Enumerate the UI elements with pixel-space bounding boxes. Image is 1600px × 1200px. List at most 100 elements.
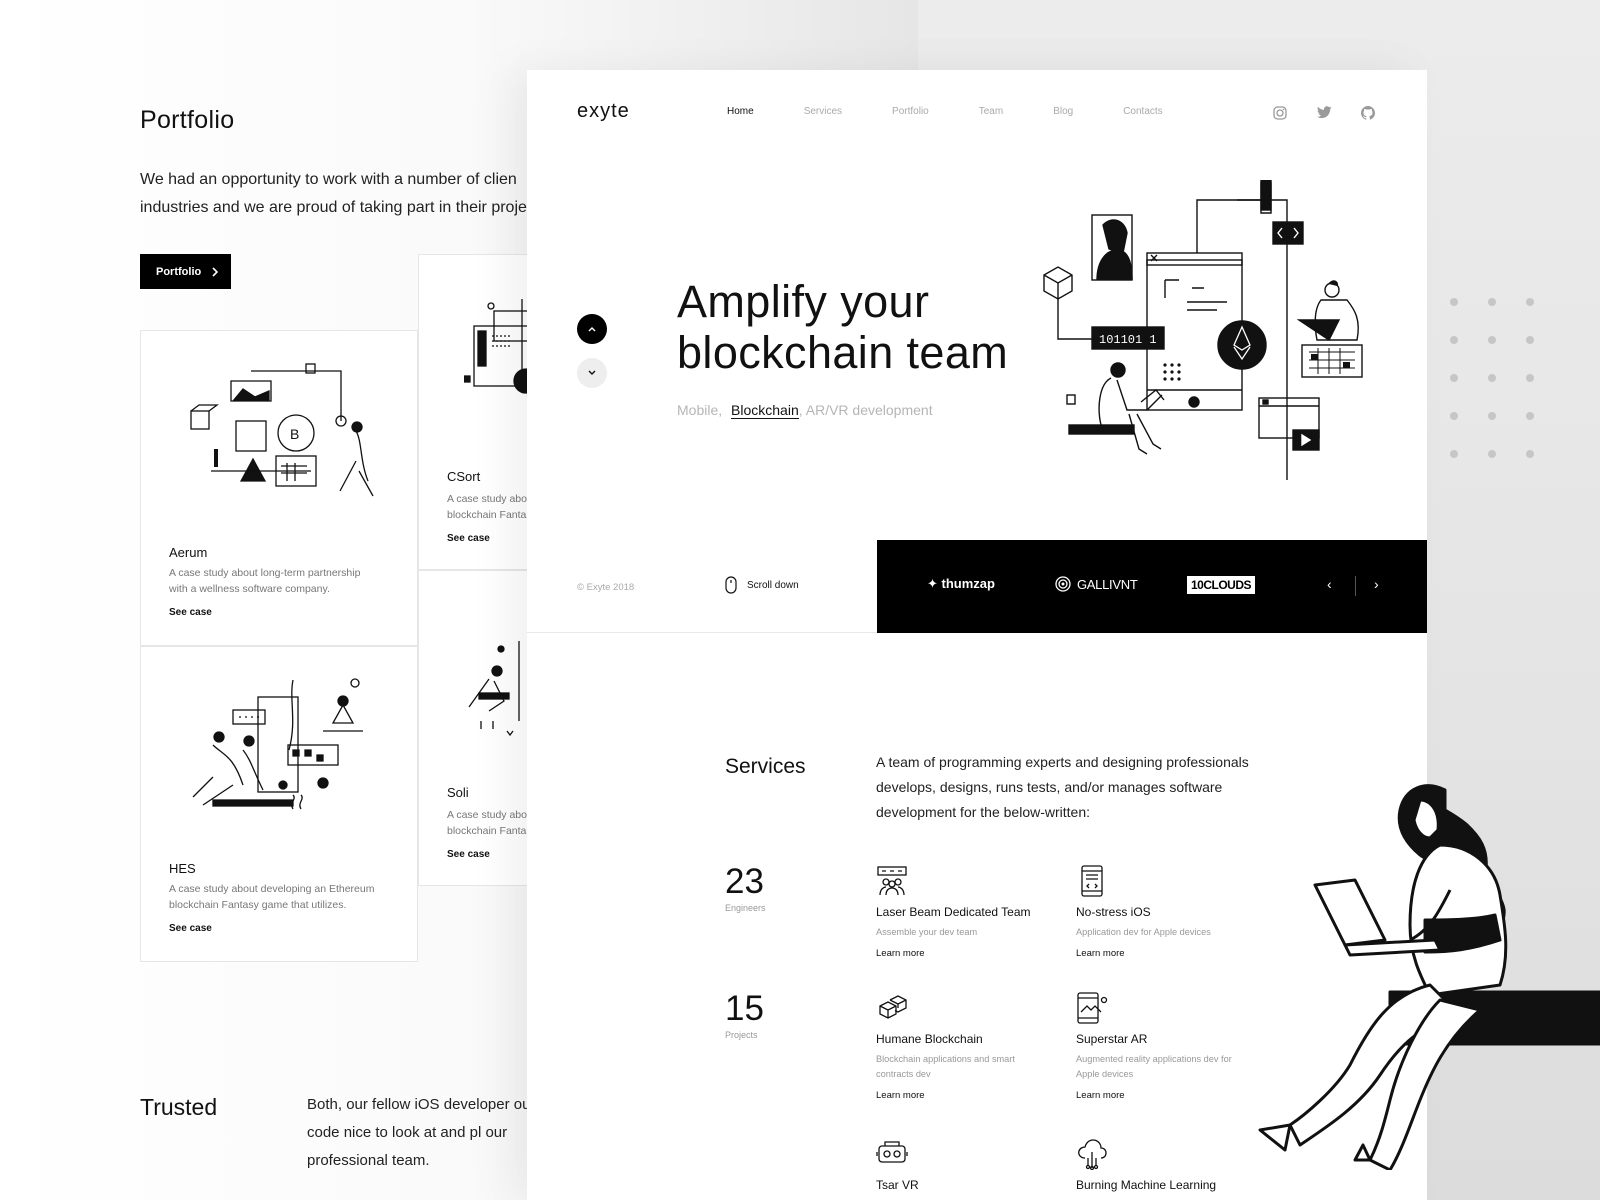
github-icon[interactable]	[1361, 106, 1377, 122]
ios-icon	[1081, 865, 1103, 897]
case-card-csort[interactable]: CSort A case study abo blockchain Fanta …	[418, 254, 539, 570]
logo[interactable]: exyte	[577, 100, 630, 123]
nav-team[interactable]: Team	[979, 106, 1003, 117]
carousel-prev-button[interactable]: ‹	[1327, 576, 1332, 592]
woman-with-laptop-illustration	[1258, 784, 1600, 1170]
gallivnt-spiral-icon	[1055, 576, 1071, 592]
service-ml: Burning Machine Learning	[1076, 1138, 1256, 1198]
svg-text:B: B	[290, 426, 299, 442]
card-title: Soli	[447, 785, 469, 800]
chevron-down-icon	[588, 370, 596, 375]
scroll-down-label: Scroll down	[747, 579, 799, 591]
card-description: A case study abo blockchain Fanta	[447, 809, 527, 837]
decorative-dot-grid	[1450, 298, 1564, 458]
see-case-link[interactable]: See case	[447, 849, 490, 860]
hero-title-line: Amplify your	[677, 276, 930, 327]
binary-label: 101101 1	[1099, 333, 1157, 347]
mouse-icon	[725, 576, 737, 594]
card-title: CSort	[447, 469, 481, 484]
hero-footer-strip: © Exyte 2018 Scroll down ✦ thumzap GALLI…	[527, 540, 1427, 633]
scroll-down-button[interactable]: Scroll down	[725, 576, 799, 594]
stat-value: 23	[725, 862, 764, 901]
see-case-link[interactable]: See case	[169, 923, 212, 934]
card-description: A case study about long-term partnership…	[169, 567, 361, 595]
stat-label: Projects	[725, 1030, 758, 1040]
service-description: Application dev for Apple devices	[1076, 927, 1211, 937]
client-name: 10CLOUDS	[1191, 578, 1252, 592]
services-title: Services	[725, 755, 806, 778]
service-description: Assemble your dev team	[876, 927, 978, 937]
stat-value: 15	[725, 989, 764, 1028]
vr-icon	[876, 1141, 908, 1163]
main-nav: Home Services Portfolio Team Blog Contac…	[727, 106, 1213, 117]
instagram-icon[interactable]	[1273, 106, 1289, 122]
nav-blog[interactable]: Blog	[1053, 106, 1073, 117]
client-logo-gallivnt: GALLIVNT	[1055, 576, 1138, 592]
service-title: Humane Blockchain	[876, 1032, 983, 1046]
learn-more-link[interactable]: Learn more	[1076, 948, 1256, 959]
hero-title-line: blockchain team	[677, 327, 1009, 378]
card-title: HES	[169, 861, 196, 876]
aerum-illustration: B	[190, 363, 374, 497]
stat-label: Engineers	[725, 903, 766, 913]
nav-home[interactable]: Home	[727, 106, 754, 117]
client-name: GALLIVNT	[1077, 576, 1138, 592]
client-name: thumzap	[941, 576, 995, 591]
service-description: Augmented reality applications dev for A…	[1076, 1054, 1232, 1079]
clients-carousel: ✦ thumzap GALLIVNT 10CLOUDS ‹ ›	[877, 540, 1427, 633]
client-logo-10clouds: 10CLOUDS	[1187, 576, 1256, 594]
nav-services[interactable]: Services	[804, 106, 842, 117]
slide-down-button[interactable]	[577, 358, 607, 388]
portfolio-button[interactable]: Portfolio	[140, 254, 231, 289]
service-title: No-stress iOS	[1076, 905, 1151, 919]
team-icon	[877, 866, 907, 896]
twitter-icon[interactable]	[1317, 106, 1333, 122]
portfolio-button-label: Portfolio	[156, 265, 202, 278]
service-dedicated-team: Laser Beam Dedicated Team Assemble your …	[876, 865, 1056, 959]
slide-up-button[interactable]	[577, 314, 607, 344]
see-case-link[interactable]: See case	[447, 533, 490, 544]
hero-sub-suffix: , AR/VR development	[798, 402, 933, 418]
service-title: Superstar AR	[1076, 1032, 1148, 1046]
service-description: Blockchain applications and smart contra…	[876, 1054, 1015, 1079]
hes-illustration	[192, 678, 363, 810]
nav-portfolio[interactable]: Portfolio	[892, 106, 929, 117]
trusted-description: Both, our fellow iOS developer our code …	[307, 1096, 536, 1169]
see-case-link[interactable]: See case	[169, 607, 212, 618]
blockchain-team-illustration: 101101 1	[1043, 180, 1363, 480]
case-card-hes[interactable]: HES A case study about developing an Eth…	[140, 646, 418, 962]
copyright: © Exyte 2018	[577, 582, 635, 593]
service-title: Tsar VR	[876, 1178, 919, 1192]
learn-more-link[interactable]: Learn more	[876, 1090, 1056, 1101]
thumzap-star-icon: ✦	[927, 576, 942, 591]
social-links	[1273, 106, 1377, 122]
card-description: A case study about developing an Ethereu…	[169, 883, 375, 911]
carousel-next-button[interactable]: ›	[1374, 576, 1379, 592]
service-title: Laser Beam Dedicated Team	[876, 905, 1031, 919]
client-logo-thumzap: ✦ thumzap	[927, 576, 995, 592]
service-blockchain: Humane Blockchain Blockchain application…	[876, 992, 1056, 1101]
ml-icon	[1078, 1139, 1107, 1170]
case-card-soli[interactable]: Soli A case study abo blockchain Fanta S…	[418, 570, 538, 886]
learn-more-link[interactable]: Learn more	[876, 948, 1056, 959]
learn-more-link[interactable]: Learn more	[1076, 1090, 1256, 1101]
hero-sub-highlight[interactable]: Blockchain	[731, 402, 799, 419]
chevron-up-icon	[588, 327, 596, 332]
chevron-right-icon	[212, 266, 219, 277]
service-ios: No-stress iOS Application dev for Apple …	[1076, 865, 1256, 959]
case-card-aerum[interactable]: B Aerum A case study about long-term par…	[140, 330, 418, 646]
nav-contacts[interactable]: Contacts	[1123, 106, 1162, 117]
services-intro: A team of programming experts and design…	[876, 754, 1249, 820]
stat-projects: 15 Projects	[725, 989, 764, 1041]
carousel-divider	[1355, 576, 1356, 596]
service-ar: Superstar AR Augmented reality applicati…	[1076, 992, 1256, 1101]
hero-title: Amplify your blockchain team	[677, 276, 1008, 378]
hero-subtitle: Mobile, Blockchain, AR/VR development	[677, 402, 933, 419]
trusted-title: Trusted	[140, 1094, 218, 1120]
stat-engineers: 23 Engineers	[725, 862, 766, 914]
hero-sub-prefix: Mobile,	[677, 402, 723, 418]
blockchain-icon	[879, 995, 907, 1019]
service-vr: Tsar VR	[876, 1138, 1056, 1198]
card-description: A case study abo blockchain Fanta	[447, 493, 527, 521]
card-title: Aerum	[169, 545, 208, 560]
